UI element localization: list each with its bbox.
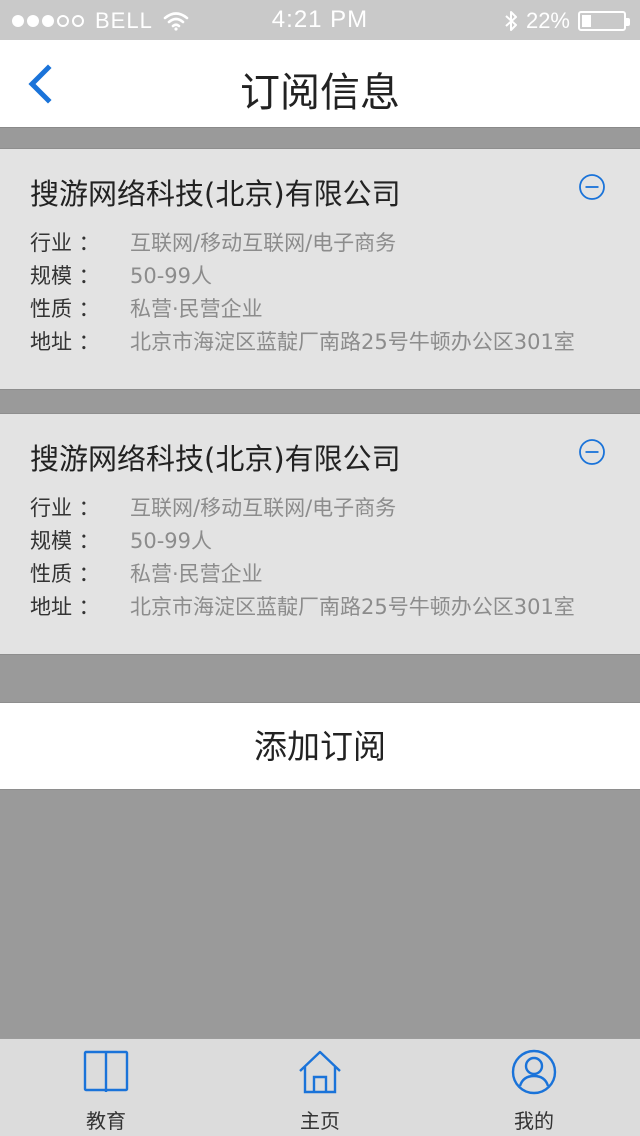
detail-label: 规模 ： [30,263,100,288]
detail-row-address: 地址 ： 北京市海淀区蓝靛厂南路25号牛顿办公区301室 [30,589,575,622]
remove-subscription-button[interactable] [578,173,606,201]
detail-row-type: 性质 ： 私营·民营企业 [30,291,575,324]
detail-value: 北京市海淀区蓝靛厂南路25号牛顿办公区301室 [130,329,575,354]
detail-value: 私营·民营企业 [130,296,263,321]
detail-value: 北京市海淀区蓝靛厂南路25号牛顿办公区301室 [130,594,575,619]
subscription-card: 搜游网络科技(北京)有限公司 行业 ： 互联网/移动互联网/电子商务 规模 ： … [0,148,640,390]
tab-label: 教育 [86,1109,126,1133]
detail-value: 互联网/移动互联网/电子商务 [130,230,397,255]
detail-label: 地址 ： [30,594,100,619]
add-subscription-button[interactable]: 添加订阅 [0,702,640,790]
tab-label: 我的 [514,1109,554,1133]
detail-label: 地址 ： [30,329,100,354]
tab-mine[interactable]: 我的 [464,1039,604,1136]
detail-row-address: 地址 ： 北京市海淀区蓝靛厂南路25号牛顿办公区301室 [30,324,575,357]
subscription-card: 搜游网络科技(北京)有限公司 行业 ： 互联网/移动互联网/电子商务 规模 ： … [0,413,640,655]
company-details: 行业 ： 互联网/移动互联网/电子商务 规模 ： 50-99人 性质 ： 私营·… [30,225,575,357]
bluetooth-icon [505,11,517,31]
detail-label: 性质 ： [30,296,100,321]
detail-value: 50-99人 [130,263,213,288]
detail-row-industry: 行业 ： 互联网/移动互联网/电子商务 [30,225,575,258]
user-icon [511,1049,557,1095]
nav-bar: 订阅信息 [0,40,640,128]
detail-row-type: 性质 ： 私营·民营企业 [30,556,575,589]
detail-label: 规模 ： [30,528,100,553]
detail-label: 行业 ： [30,495,100,520]
company-name: 搜游网络科技(北京)有限公司 [30,177,401,211]
detail-value: 50-99人 [130,528,213,553]
status-bar: BELL 4:21 PM 22% [0,0,640,40]
tab-label: 主页 [300,1109,340,1133]
company-name: 搜游网络科技(北京)有限公司 [30,442,401,476]
battery-percent: 22% [525,8,570,33]
detail-row-size: 规模 ： 50-99人 [30,258,575,291]
detail-label: 性质 ： [30,561,100,586]
detail-value: 私营·民营企业 [130,561,263,586]
detail-value: 互联网/移动互联网/电子商务 [130,495,397,520]
detail-row-industry: 行业 ： 互联网/移动互联网/电子商务 [30,490,575,523]
home-icon [299,1050,341,1094]
remove-subscription-button[interactable] [578,438,606,466]
minus-circle-icon [579,174,605,200]
detail-label: 行业 ： [30,230,100,255]
company-details: 行业 ： 互联网/移动互联网/电子商务 规模 ： 50-99人 性质 ： 私营·… [30,490,575,622]
battery-fill [582,15,591,27]
tab-education[interactable]: 教育 [36,1039,176,1136]
page-title: 订阅信息 [240,70,400,116]
book-icon [83,1050,129,1092]
detail-row-size: 规模 ： 50-99人 [30,523,575,556]
minus-circle-icon [579,439,605,465]
tab-home[interactable]: 主页 [250,1039,390,1136]
battery-icon [578,11,630,31]
tab-bar: 教育 主页 我的 [0,1038,640,1136]
status-right: 22% [504,8,630,34]
